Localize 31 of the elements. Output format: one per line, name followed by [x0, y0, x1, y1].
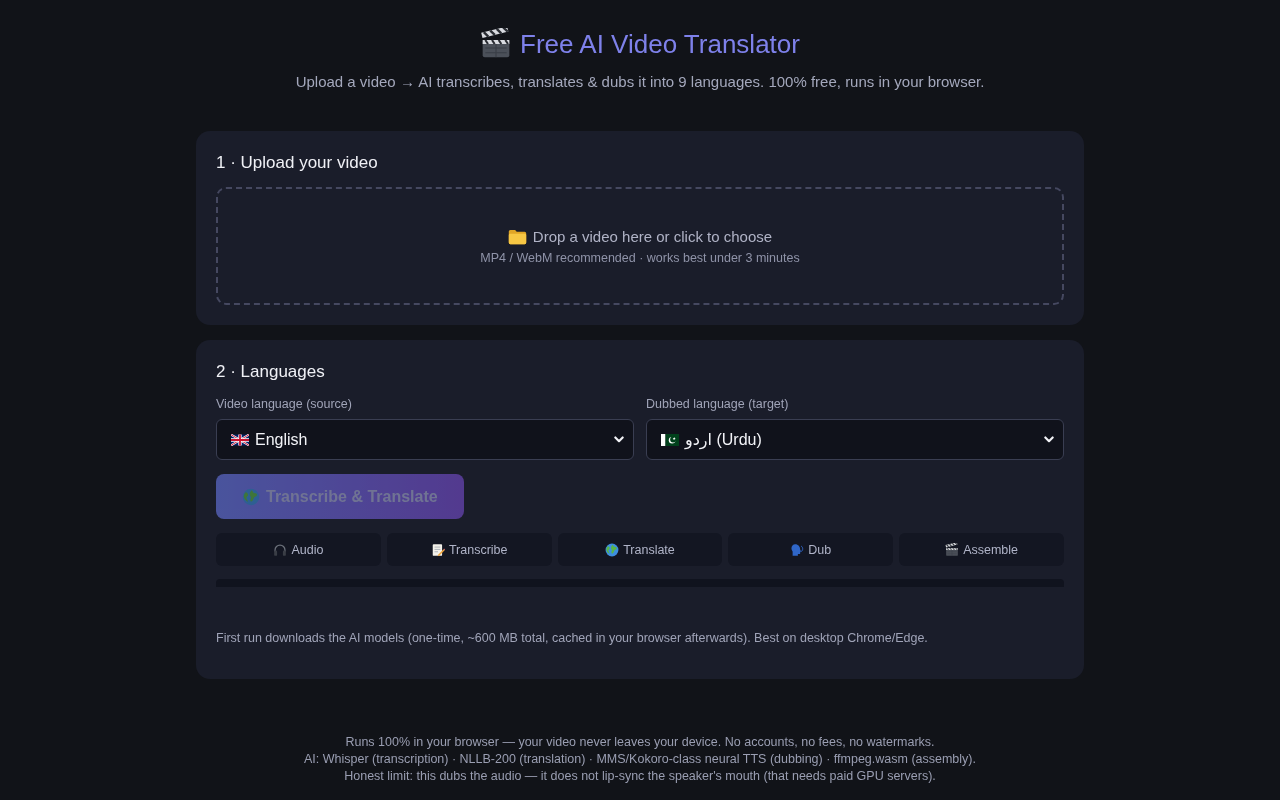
card-heading: 1 · Upload your video [216, 152, 378, 174]
info-note: First run downloads the AI models (one-time, ~600 MB total, cached in your browser afterwards). Best on desktop Chrome/Edge. [216, 630, 929, 647]
step-label: Assemble [963, 542, 1019, 557]
step-label: Dub [808, 542, 832, 557]
flag-icon [661, 433, 679, 446]
globe-icon [605, 542, 620, 557]
upload-prompt: Drop a video here or click to choose [532, 226, 773, 247]
footer-text: Honest limit: this dubs the audio — it does not lip-sync the speaker's mouth (that needs paid GPU servers). [344, 769, 936, 783]
memo-icon [430, 542, 445, 557]
globe-icon [242, 487, 260, 506]
field-label: Video language (source) [216, 396, 352, 412]
file-dropzone[interactable]: Drop a video here or click to choose MP4 / WebM recommended · works best under 3 minutes [216, 187, 1064, 305]
step-label: Translate [623, 542, 675, 557]
step-label: Transcribe [448, 542, 508, 557]
clapper-icon [945, 542, 960, 557]
card-heading: 2 · Languages [216, 361, 325, 383]
page-subtitle: Upload a video → AI transcribes, translates & dubs it into 9 languages. 100% free, runs in your browser. [295, 73, 985, 90]
chevron-down-icon [1044, 436, 1054, 443]
headphones-icon [273, 542, 288, 557]
page-title: Free AI Video Translator [520, 28, 800, 60]
step-label: Audio [291, 542, 324, 557]
speaking-head-icon [790, 542, 805, 557]
language-select[interactable]: اردو (Urdu) [646, 419, 1064, 460]
chevron-down-icon [614, 436, 624, 443]
upload-hint: MP4 / WebM recommended · works best under 3 minutes [480, 249, 800, 266]
footer-text: Runs 100% in your browser — your video never leaves your device. No accounts, no fees, no watermarks. [345, 735, 935, 749]
footer-text: AI: Whisper (transcription) · NLLB-200 (translation) · MMS/Kokoro-class neural TTS (dubbing) · ffmpeg.wasm (assembly). [304, 752, 976, 766]
field-label: Dubbed language (target) [646, 396, 789, 412]
folder-icon [507, 228, 527, 245]
flag-icon [231, 433, 249, 446]
language-select[interactable]: English [216, 419, 634, 460]
